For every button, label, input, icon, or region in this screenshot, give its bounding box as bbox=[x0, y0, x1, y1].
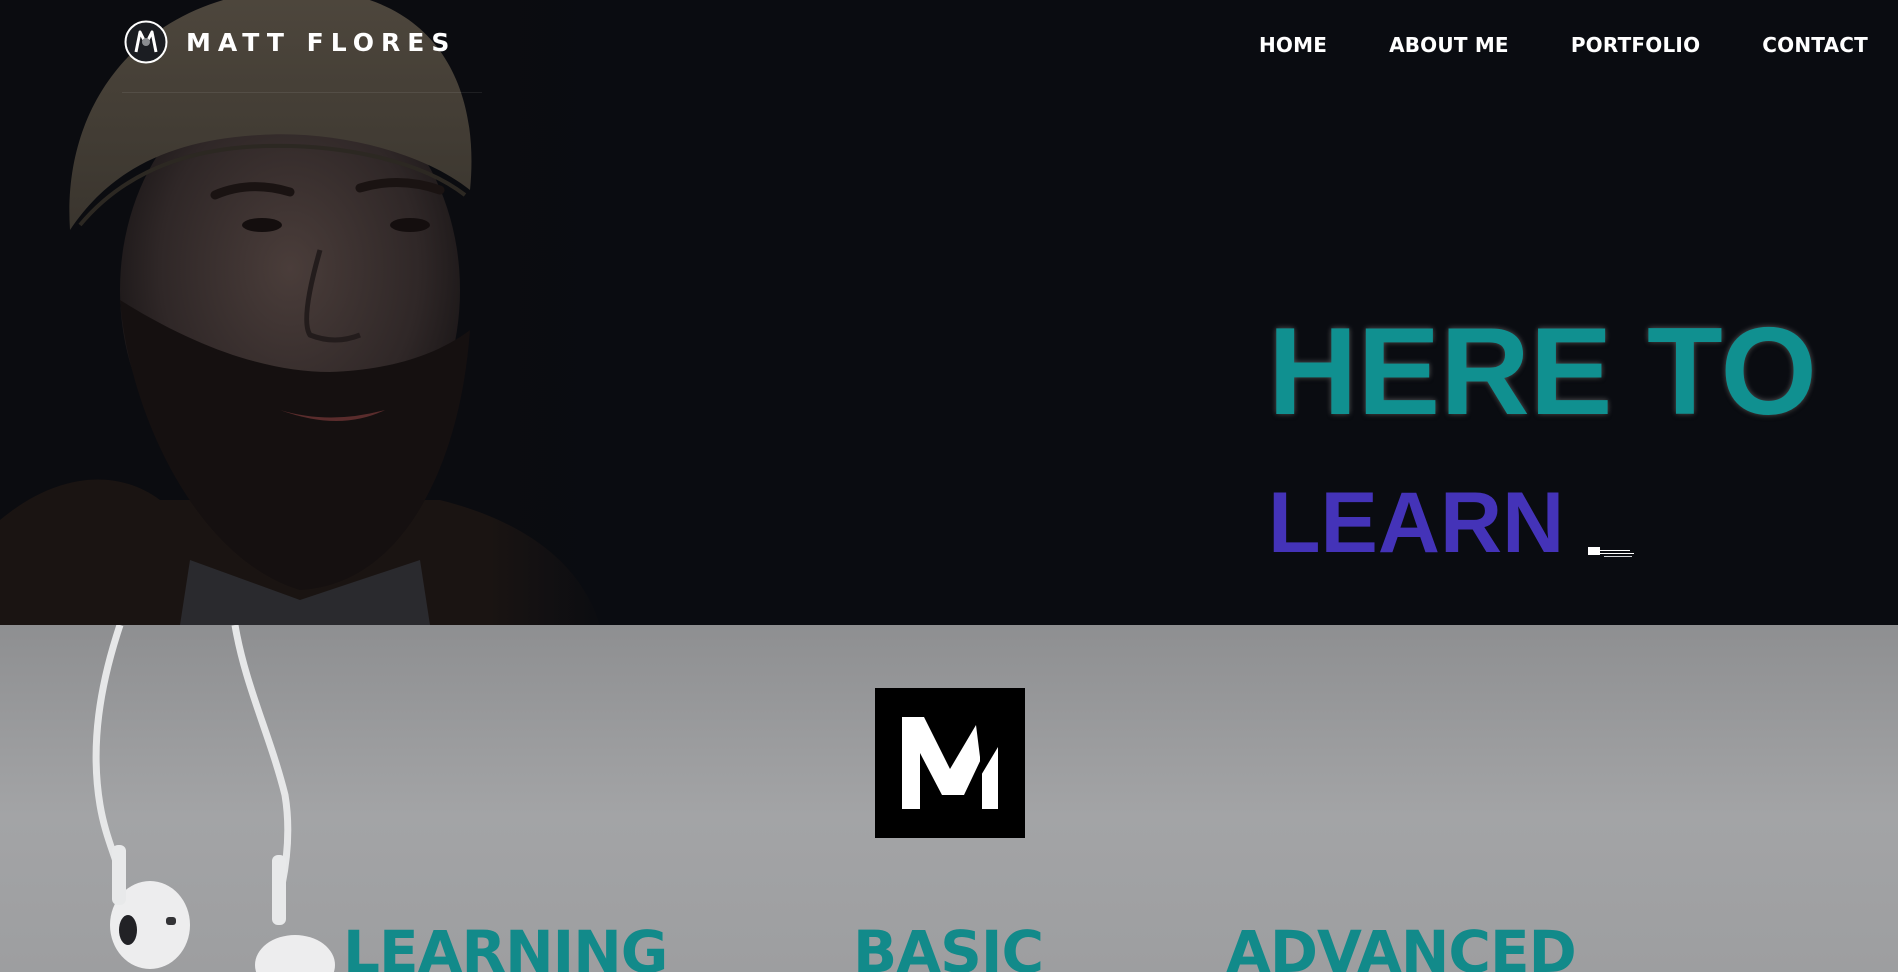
level-basic: BASIC bbox=[853, 918, 1044, 972]
level-learning: LEARNING bbox=[343, 918, 668, 972]
nav-contact[interactable]: CONTACT bbox=[1762, 33, 1868, 57]
top-navigation-bar: MATT FLORES HOME ABOUT ME PORTFOLIO CONT… bbox=[0, 0, 1898, 93]
brand-name: MATT FLORES bbox=[186, 27, 457, 57]
level-advanced: ADVANCED bbox=[1226, 918, 1577, 972]
skills-section: LEARNING BASIC ADVANCED bbox=[0, 625, 1898, 972]
hero-headline: HERE TO bbox=[1268, 303, 1817, 441]
nav-portfolio[interactable]: PORTFOLIO bbox=[1571, 33, 1700, 57]
site-logo[interactable]: MATT FLORES bbox=[124, 20, 456, 64]
hero-rotating-word: LEARN bbox=[1268, 475, 1565, 571]
main-nav: HOME ABOUT ME PORTFOLIO CONTACT bbox=[1259, 33, 1868, 57]
portrait-photo bbox=[0, 0, 610, 625]
header-divider bbox=[122, 92, 482, 93]
nav-about-me[interactable]: ABOUT ME bbox=[1389, 33, 1509, 57]
earbuds-image bbox=[92, 625, 335, 972]
circle-monogram-icon bbox=[124, 20, 168, 64]
typing-cursor-icon bbox=[1588, 546, 1634, 558]
brand-mark bbox=[875, 688, 1025, 838]
nav-home[interactable]: HOME bbox=[1259, 33, 1327, 57]
m-monogram-icon bbox=[902, 717, 998, 809]
hero-section: MATT FLORES HOME ABOUT ME PORTFOLIO CONT… bbox=[0, 0, 1898, 625]
